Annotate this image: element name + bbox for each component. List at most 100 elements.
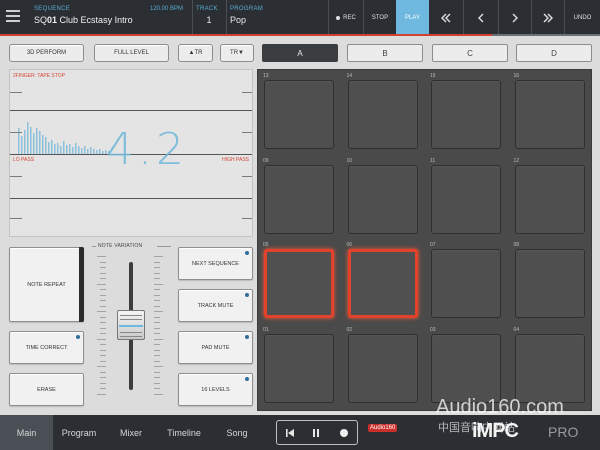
pad-number: 11 [430,157,436,164]
return-to-start-button[interactable] [277,421,303,444]
forward-fast-button[interactable] [532,0,564,36]
slider-scale-tick [154,377,160,378]
led-indicator [245,335,249,339]
chevron-left-icon [478,13,484,23]
tab-program[interactable]: Program [53,415,105,450]
slider-scale-tick [100,294,106,296]
slider-scale-tick [100,327,106,329]
slider-scale-tick [100,349,106,351]
drum-pad-02[interactable] [347,333,418,403]
note-repeat-button[interactable]: NOTE REPEAT [9,247,84,322]
slider-scale-tick [97,338,106,340]
drum-pad-03[interactable] [431,333,501,403]
impc-pro-logo: PRO [548,424,579,440]
pad-cell: 11 [425,155,509,240]
track-selector[interactable]: TRACK 1 [196,6,222,25]
xy-tick [10,132,22,133]
record-dot-icon [340,428,348,437]
slider-scale-tick [100,355,106,356]
sixteen-levels-button[interactable]: 16 LEVELS [178,373,253,406]
slider-grip [120,336,142,337]
tab-mixer[interactable]: Mixer [105,415,157,450]
note-variation-slider[interactable] [92,252,172,398]
bank-c-button[interactable]: C [432,44,508,62]
drum-pad-14[interactable] [347,80,418,149]
menu-icon[interactable] [6,10,20,24]
slider-scale-tick [97,366,106,367]
track-down-button[interactable]: TR▼ [220,44,254,62]
slider-scale-tick [154,267,160,268]
drum-pad-06[interactable] [347,249,418,318]
slider-scale-tick [97,256,106,257]
undo-button[interactable]: UNDO [565,0,600,36]
drum-pad-09[interactable] [264,164,334,234]
slider-grip [120,332,142,333]
tab-song[interactable]: Song [211,415,263,450]
rewind-fast-button[interactable] [429,0,463,36]
pad-cell: 08 [509,239,593,324]
xy-fx-pad[interactable]: 2FINGER: TAPE STOP LO PASS HIGH PASS 4.2 [9,69,253,237]
audio160-badge: Audio160 [368,424,398,432]
bank-a-button[interactable]: A [262,44,338,62]
track-up-button[interactable]: ▲TR [178,44,213,62]
pad-number: 08 [513,242,520,248]
slider-handle[interactable] [117,310,145,340]
impc-logo: iMPC [472,420,519,442]
slider-scale-tick [154,322,160,323]
drum-pad-01[interactable] [264,333,334,403]
note-variation-rule [92,246,96,247]
3d-perform-button[interactable]: 3D PERFORM [9,44,84,62]
program-selector[interactable]: PROGRAM Pop [230,6,320,25]
top-bar: SEQUENCE SQ01 Club Ecstasy Intro 120.00 … [0,0,600,36]
drum-pad-05[interactable] [264,249,334,318]
note-repeat-label: NOTE REPEAT [27,281,66,288]
pad-cell: 15 [425,70,509,155]
drum-pad-08[interactable] [514,249,585,318]
tape-stop-hint: 2FINGER: TAPE STOP [13,73,65,79]
record-button[interactable] [331,421,357,444]
drum-pad-15[interactable] [431,80,501,149]
drum-pad-13[interactable] [264,80,334,149]
drum-pad-11[interactable] [431,164,501,234]
transport-controls [276,420,358,445]
bank-d-button[interactable]: D [516,44,592,62]
pad-mute-button[interactable]: PAD MUTE [178,331,253,364]
pause-button[interactable] [303,421,329,444]
pad-mute-label: PAD MUTE [201,344,230,351]
tab-timeline[interactable]: Timeline [157,415,211,450]
pad-number: 12 [513,157,520,164]
drum-pad-04[interactable] [514,333,585,403]
next-sequence-button[interactable]: NEXT SEQUENCE [178,247,253,280]
step-forward-button[interactable] [499,0,531,36]
track-mute-button[interactable]: TRACK MUTE [178,289,253,322]
slider-scale-tick [154,316,160,318]
stop-button[interactable]: STOP [364,0,396,36]
led-indicator [245,293,249,297]
step-back-button[interactable] [464,0,498,36]
tab-main[interactable]: Main [0,415,53,450]
xy-tick [10,218,22,219]
slider-scale-tick [154,327,160,329]
slider-scale-tick [97,393,106,395]
play-button[interactable]: PLAY [396,0,429,36]
slider-scale-tick [154,311,163,312]
drum-pad-10[interactable] [347,164,418,234]
fx-value-readout: 4.2 [106,124,188,175]
time-correct-button[interactable]: TIME CORRECT [9,331,84,364]
pad-number: 15 [430,73,436,79]
erase-button[interactable]: ERASE [9,373,84,406]
drum-pad-16[interactable] [514,80,585,149]
slider-scale-tick [154,371,160,373]
bpm-readout[interactable]: 120.00 BPM [150,6,183,12]
pad-number: 02 [346,326,353,333]
bank-b-button[interactable]: B [347,44,423,62]
drum-pad-07[interactable] [431,249,501,318]
slider-scale-tick [100,322,106,323]
slider-scale-tick [154,349,160,351]
slider-scale-tick [154,393,163,395]
chevron-right-icon [512,13,518,23]
full-level-button[interactable]: FULL LEVEL [94,44,169,62]
drum-pad-12[interactable] [514,164,585,234]
xy-tick [242,132,252,133]
rec-button[interactable]: REC [329,0,363,36]
